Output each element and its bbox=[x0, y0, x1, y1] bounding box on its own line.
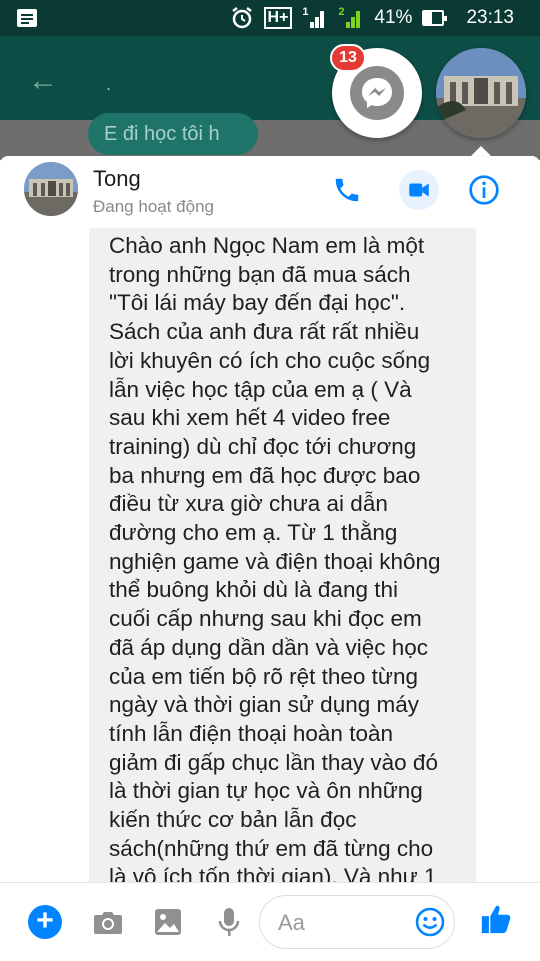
unread-badge: 13 bbox=[330, 44, 366, 72]
notification-icon bbox=[17, 9, 37, 27]
message-line: Sách của anh đưa rất rất nhiều bbox=[109, 319, 420, 345]
sim1-label: 1 bbox=[302, 6, 309, 18]
message-line: cuối cấp nhưng sau khi đọc em bbox=[109, 606, 422, 632]
message-line: giảm đi gấp chục lần thay vào đó bbox=[109, 749, 438, 775]
conversation-header: Tong Đang hoạt động bbox=[0, 156, 540, 228]
video-camera-icon bbox=[409, 183, 429, 197]
message-composer: + bbox=[0, 882, 540, 961]
info-icon bbox=[469, 175, 499, 205]
emoji-icon[interactable] bbox=[414, 906, 446, 938]
incoming-message-bubble[interactable]: Chào anh Ngọc Nam em là một trong những b… bbox=[89, 228, 476, 882]
camera-button[interactable] bbox=[90, 904, 126, 940]
contact-chat-head[interactable] bbox=[436, 48, 526, 138]
message-input-box[interactable] bbox=[259, 895, 455, 949]
message-line: nghiện game và điện thoại không bbox=[109, 548, 441, 574]
sim2-label: 2 bbox=[338, 6, 345, 18]
message-text: Chào anh Ngọc Nam em là một trong những b… bbox=[109, 232, 462, 882]
like-button[interactable] bbox=[478, 901, 514, 937]
camera-icon bbox=[94, 912, 122, 934]
clock: 23:13 bbox=[466, 7, 514, 28]
sim2-signal-icon: 2 bbox=[338, 6, 364, 30]
message-line: lẫn việc học tập của em ạ ( Và bbox=[109, 376, 412, 402]
message-line: sách(những thứ em đã từng cho bbox=[109, 835, 434, 861]
message-line: của em tiến bộ rõ rệt theo từng bbox=[109, 663, 418, 689]
message-line: kiến thức cơ bản lẫn đọc bbox=[109, 807, 357, 833]
sim1-signal-icon: 1 bbox=[302, 6, 328, 30]
video-call-button[interactable] bbox=[399, 170, 439, 210]
contact-photo bbox=[436, 48, 526, 138]
phone-icon bbox=[335, 178, 359, 202]
background-message-bubble: E đi học tôi h bbox=[88, 113, 258, 155]
call-button[interactable] bbox=[330, 173, 364, 207]
microphone-icon bbox=[218, 908, 240, 936]
message-line: thể buông khỏi dù là đang thi bbox=[109, 577, 398, 603]
message-input[interactable] bbox=[276, 906, 410, 940]
status-bar: H+ 1 2 41% 23:13 bbox=[0, 0, 540, 36]
battery-percent: 41% bbox=[374, 7, 413, 28]
messenger-bolt-icon bbox=[350, 66, 404, 120]
more-actions-button[interactable]: + bbox=[27, 904, 63, 940]
battery-icon bbox=[422, 10, 448, 26]
message-line: lời khuyên có ích cho cuộc sống bbox=[109, 347, 431, 373]
message-line: điều từ xưa giờ chưa ai dẫn bbox=[109, 491, 388, 517]
message-line: là vô ích tốn thời gian). Và như 1 bbox=[109, 864, 437, 882]
thumbs-up-icon bbox=[481, 905, 511, 934]
contact-status: Đang hoạt động bbox=[93, 197, 214, 216]
network-label: H+ bbox=[263, 7, 293, 29]
message-line: sau khi xem hết 4 video free bbox=[109, 405, 391, 431]
back-arrow-icon[interactable]: ← bbox=[28, 64, 58, 98]
message-line: trong những bạn đã mua sách bbox=[109, 261, 411, 287]
avatar[interactable] bbox=[24, 162, 78, 216]
info-button[interactable] bbox=[467, 173, 501, 207]
voice-button[interactable] bbox=[211, 904, 247, 940]
alarm-icon bbox=[231, 7, 252, 29]
message-line: "Tôi lái máy bay đến đại học". bbox=[109, 290, 406, 316]
network-type-icon: H+ bbox=[263, 7, 293, 29]
message-line: đã áp dụng dần dần và việc học bbox=[109, 634, 428, 660]
message-line: Chào anh Ngọc Nam em là một bbox=[109, 233, 425, 258]
contact-name: Tong bbox=[93, 166, 141, 191]
message-line: training) dù chỉ đọc tới chương bbox=[109, 433, 417, 459]
message-line: đường cho em ạ. Từ 1 thằng bbox=[109, 520, 398, 546]
message-line: ba nhưng em đã học được bao bbox=[109, 462, 421, 488]
image-icon bbox=[155, 909, 181, 935]
gallery-button[interactable] bbox=[150, 904, 186, 940]
message-line: tính lẫn điện thoại hoàn toàn bbox=[109, 720, 393, 746]
battery-fill bbox=[424, 12, 432, 24]
message-list: Chào anh Ngọc Nam em là một trong những b… bbox=[0, 228, 540, 882]
message-line: ngày và thời gian sử dụng máy bbox=[109, 692, 419, 718]
background-title: . bbox=[106, 74, 112, 94]
plus-icon: + bbox=[28, 905, 62, 939]
message-line: là thời gian tự học và ôn những bbox=[109, 778, 423, 804]
